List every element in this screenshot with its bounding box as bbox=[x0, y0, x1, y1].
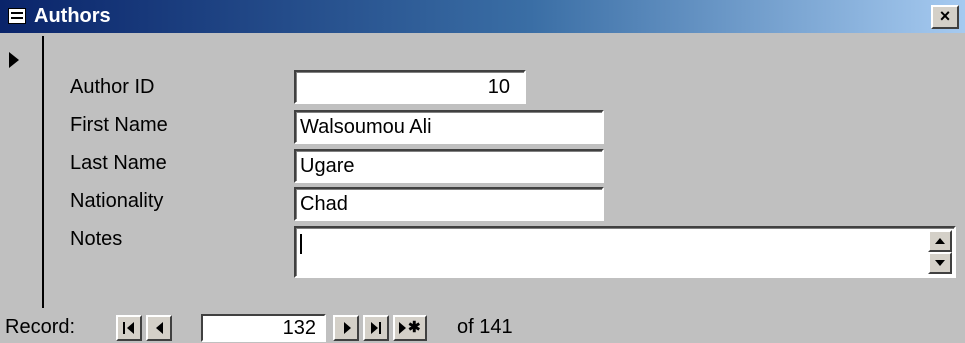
next-record-icon bbox=[344, 322, 351, 334]
record-selector[interactable] bbox=[0, 36, 44, 308]
current-record-arrow-icon bbox=[9, 52, 19, 68]
current-record-field[interactable]: 132 bbox=[201, 314, 326, 342]
record-navigation-bar: Record: 132 ✱ of 141 bbox=[0, 312, 965, 343]
new-record-button[interactable]: ✱ bbox=[393, 315, 427, 341]
notes-scrollbar[interactable] bbox=[928, 230, 952, 274]
text-caret bbox=[300, 234, 302, 254]
previous-record-icon bbox=[156, 322, 163, 334]
next-record-button[interactable] bbox=[333, 315, 359, 341]
close-button[interactable]: × bbox=[931, 5, 959, 29]
nationality-label: Nationality bbox=[70, 190, 164, 212]
author-id-field[interactable]: 10 bbox=[294, 70, 526, 104]
author-id-label: Author ID bbox=[70, 76, 155, 98]
scroll-up-button[interactable] bbox=[928, 230, 952, 252]
last-name-label: Last Name bbox=[70, 152, 167, 174]
notes-field[interactable] bbox=[294, 226, 956, 278]
last-record-icon bbox=[371, 322, 378, 334]
arrow-down-icon bbox=[935, 260, 945, 266]
previous-record-button[interactable] bbox=[146, 315, 172, 341]
title-bar: Authors × bbox=[0, 0, 965, 33]
scroll-down-button[interactable] bbox=[928, 252, 952, 274]
last-name-field[interactable]: Ugare bbox=[294, 149, 604, 183]
arrow-up-icon bbox=[935, 238, 945, 244]
record-label: Record: bbox=[5, 316, 76, 338]
window-title: Authors bbox=[34, 5, 111, 27]
form-icon bbox=[8, 8, 26, 24]
first-record-button[interactable] bbox=[116, 315, 142, 341]
record-count: of 141 bbox=[457, 316, 513, 338]
nationality-field[interactable]: Chad bbox=[294, 187, 604, 221]
notes-label: Notes bbox=[70, 228, 123, 250]
new-record-icon bbox=[399, 322, 406, 334]
last-record-button[interactable] bbox=[363, 315, 389, 341]
asterisk-icon: ✱ bbox=[408, 319, 421, 336]
first-record-icon bbox=[123, 322, 125, 334]
first-name-field[interactable]: Walsoumou Ali bbox=[294, 110, 604, 144]
first-name-label: First Name bbox=[70, 114, 168, 136]
